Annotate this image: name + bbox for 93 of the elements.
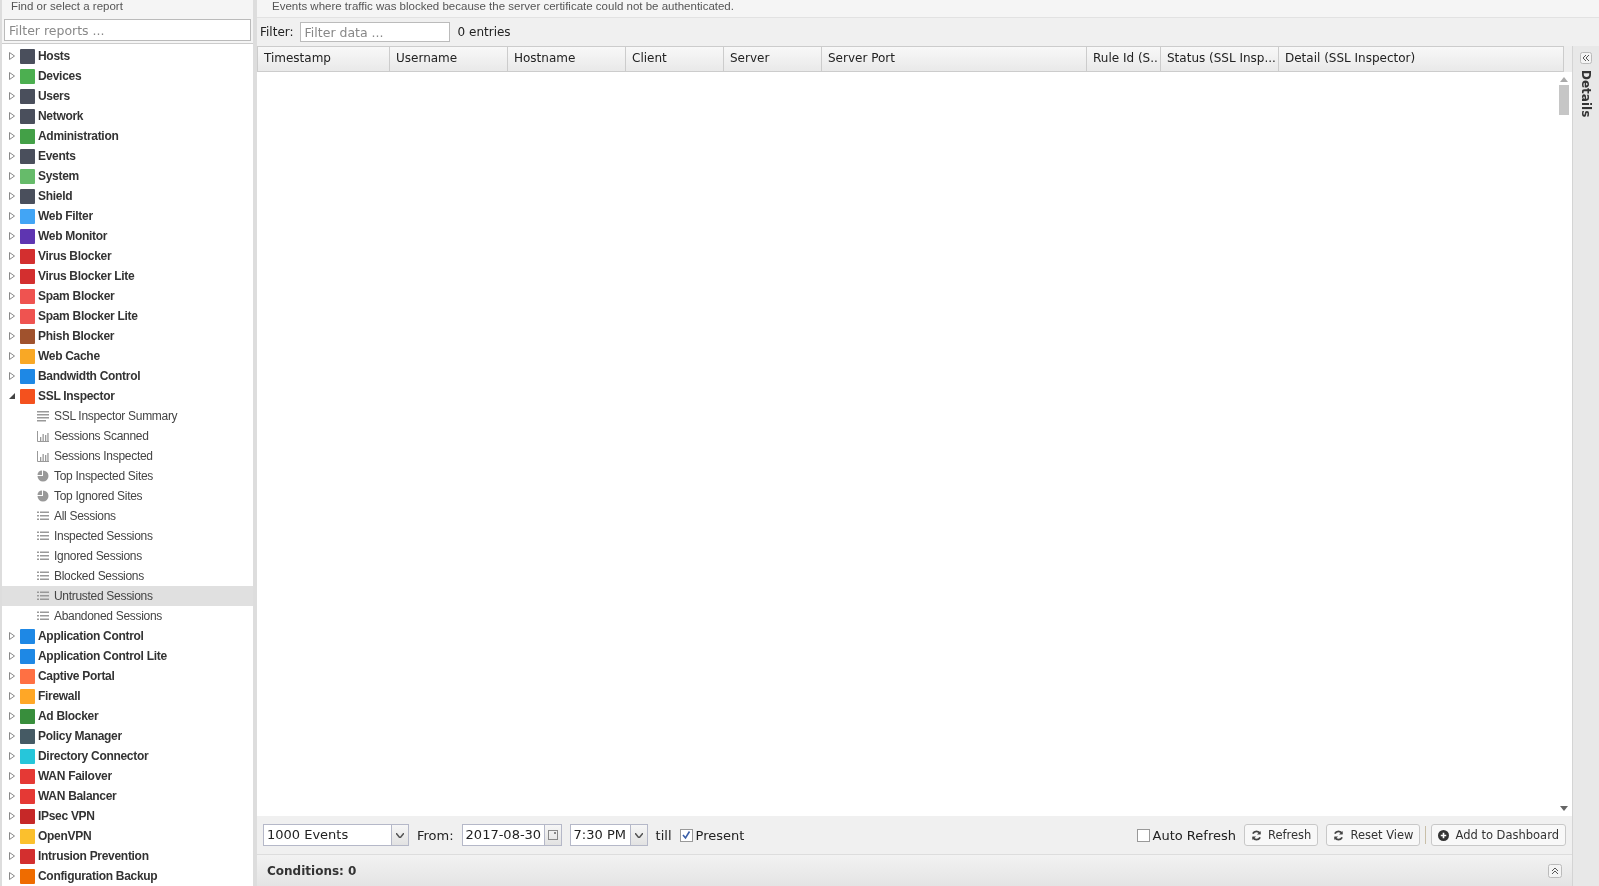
- filter-reports-field[interactable]: Filter reports ...: [4, 19, 251, 41]
- plus-circle-icon: [1438, 829, 1450, 841]
- present-checkbox[interactable]: Present: [679, 827, 745, 843]
- scroll-down-icon[interactable]: [1560, 806, 1568, 811]
- tree-item[interactable]: SSL Inspector Summary: [2, 406, 253, 426]
- column-header[interactable]: Detail (SSL Inspector): [1279, 47, 1563, 71]
- tree-item[interactable]: Blocked Sessions: [2, 566, 253, 586]
- tree-item[interactable]: Phish Blocker: [2, 326, 253, 346]
- scroll-up-icon[interactable]: [1560, 77, 1568, 82]
- checkmark-icon: [680, 829, 691, 840]
- tree-item[interactable]: Ignored Sessions: [2, 546, 253, 566]
- tree-item[interactable]: Events: [2, 146, 253, 166]
- tree-item[interactable]: Virus Blocker: [2, 246, 253, 266]
- time-dropdown[interactable]: 7:30 PM: [569, 824, 648, 846]
- tree-item[interactable]: Hosts: [2, 46, 253, 66]
- refresh-icon: [1250, 829, 1262, 841]
- tree-item[interactable]: Inspected Sessions: [2, 526, 253, 546]
- caret-icon: [634, 832, 643, 838]
- sidebar-title: Find or select a report: [2, 0, 253, 17]
- tree-item[interactable]: WAN Failover: [2, 766, 253, 786]
- column-header[interactable]: Status (SSL Insp...: [1161, 47, 1279, 71]
- filter-data-field[interactable]: Filter data ...: [299, 22, 450, 42]
- tree-item[interactable]: All Sessions: [2, 506, 253, 526]
- auto-refresh-checkbox[interactable]: Auto Refresh: [1136, 827, 1236, 843]
- pie-chart-icon: [37, 490, 49, 502]
- tree-item[interactable]: Shield: [2, 186, 253, 206]
- tree-item[interactable]: Untrusted Sessions: [2, 586, 253, 606]
- list-icon: [37, 530, 49, 542]
- tree-item[interactable]: SSL Inspector: [2, 386, 253, 406]
- expand-up-icon[interactable]: [1548, 863, 1562, 878]
- bar-chart-icon: [37, 450, 49, 462]
- conditions-label: Conditions: 0: [267, 863, 357, 878]
- tree-item[interactable]: Sessions Inspected: [2, 446, 253, 466]
- tree-item[interactable]: Abandoned Sessions: [2, 606, 253, 626]
- tree-item[interactable]: OpenVPN: [2, 826, 253, 846]
- reset-view-button[interactable]: Reset View: [1326, 824, 1421, 846]
- tree-item[interactable]: Policy Manager: [2, 726, 253, 746]
- calendar-icon: [547, 830, 558, 840]
- tree-item[interactable]: Sessions Scanned: [2, 426, 253, 446]
- tree-item[interactable]: Administration: [2, 126, 253, 146]
- report-description: Events where traffic was blocked because the server certificate could not be authenticated.: [257, 0, 1599, 17]
- tree-item[interactable]: Spam Blocker: [2, 286, 253, 306]
- column-header[interactable]: Server Port: [822, 47, 1087, 71]
- column-header[interactable]: Timestamp: [258, 47, 390, 71]
- tree-item[interactable]: Application Control: [2, 626, 253, 646]
- filter-label: Filter:: [260, 25, 294, 39]
- scrollbar-thumb[interactable]: [1559, 85, 1569, 115]
- list-icon: [37, 570, 49, 582]
- text-lines-icon: [37, 410, 49, 422]
- tree-item[interactable]: Configuration Backup: [2, 866, 253, 886]
- list-icon: [37, 510, 49, 522]
- tree-item[interactable]: Top Inspected Sites: [2, 466, 253, 486]
- tree-item[interactable]: Virus Blocker Lite: [2, 266, 253, 286]
- refresh-icon: [1333, 829, 1345, 841]
- tree-item[interactable]: Intrusion Prevention: [2, 846, 253, 866]
- date-field[interactable]: 2017-08-30: [461, 824, 562, 846]
- tree-item[interactable]: Application Control Lite: [2, 646, 253, 666]
- from-label: From:: [417, 827, 454, 843]
- entries-count: 0 entries: [457, 25, 511, 39]
- tree-item[interactable]: Ad Blocker: [2, 706, 253, 726]
- list-icon: [37, 610, 49, 622]
- tree-item[interactable]: Web Filter: [2, 206, 253, 226]
- tree-item[interactable]: WAN Balancer: [2, 786, 253, 806]
- tree-item[interactable]: Devices: [2, 66, 253, 86]
- events-limit-dropdown[interactable]: 1000 Events: [263, 824, 409, 846]
- refresh-button[interactable]: Refresh: [1243, 824, 1319, 846]
- bar-chart-icon: [37, 430, 49, 442]
- expander-icon[interactable]: [8, 392, 16, 400]
- details-panel[interactable]: Details: [1572, 46, 1599, 886]
- tree-item[interactable]: Web Monitor: [2, 226, 253, 246]
- column-header[interactable]: Client: [626, 47, 724, 71]
- tree-item[interactable]: IPsec VPN: [2, 806, 253, 826]
- tree-item[interactable]: Web Cache: [2, 346, 253, 366]
- list-icon: [37, 590, 49, 602]
- tree-item[interactable]: Users: [2, 86, 253, 106]
- column-header[interactable]: Hostname: [508, 47, 626, 71]
- pie-chart-icon: [37, 470, 49, 482]
- tree-item[interactable]: Directory Connector: [2, 746, 253, 766]
- tree-item[interactable]: Bandwidth Control: [2, 366, 253, 386]
- list-icon: [37, 550, 49, 562]
- caret-icon: [396, 832, 404, 838]
- column-header[interactable]: Server: [724, 47, 822, 71]
- tree-item[interactable]: Spam Blocker Lite: [2, 306, 253, 326]
- column-header[interactable]: Username: [390, 47, 508, 71]
- tree-item[interactable]: Network: [2, 106, 253, 126]
- column-header[interactable]: Rule Id (S..: [1087, 47, 1161, 71]
- tree-item[interactable]: Captive Portal: [2, 666, 253, 686]
- tree-item[interactable]: Firewall: [2, 686, 253, 706]
- tree-item[interactable]: System: [2, 166, 253, 186]
- tree-item[interactable]: Top Ignored Sites: [2, 486, 253, 506]
- till-label: till: [655, 827, 672, 843]
- collapse-left-icon[interactable]: [1580, 52, 1592, 64]
- add-to-dashboard-button[interactable]: Add to Dashboard: [1431, 824, 1566, 846]
